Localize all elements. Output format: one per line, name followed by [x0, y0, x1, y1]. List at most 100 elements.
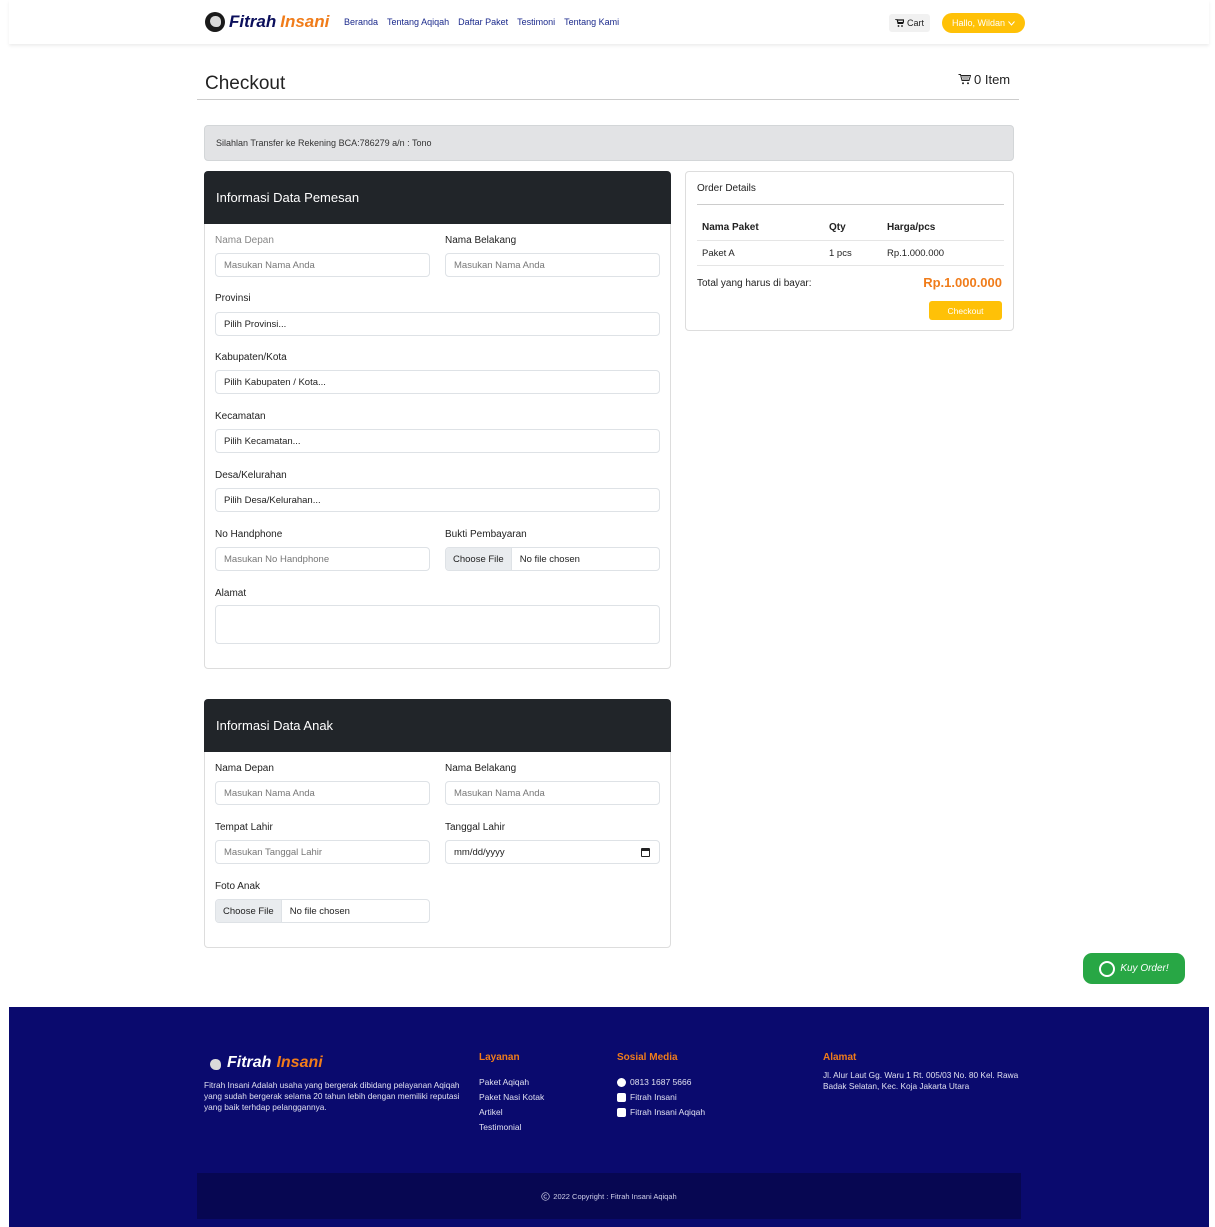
nav-links: Beranda Tentang Aqiqah Daftar Paket Test… — [344, 17, 619, 27]
foto-anak-file-input[interactable]: Choose File No file chosen — [215, 899, 430, 923]
anak-nama-belakang-input[interactable]: Masukan Nama Anda — [445, 781, 660, 805]
cart-icon — [895, 19, 904, 27]
instagram-icon — [617, 1107, 626, 1117]
tanggal-lahir-value: mm/dd/yyyy — [454, 846, 505, 858]
footer: Fitrah Insani Fitrah Insani Adalah usaha … — [9, 1007, 1209, 1227]
page-title: Checkout — [205, 73, 286, 94]
whatsapp-order-button[interactable]: Kuy Order! — [1083, 953, 1185, 984]
footer-facebook-link[interactable]: Fitrah Insani — [617, 1092, 677, 1102]
pemesan-card-title: Informasi Data Pemesan — [204, 171, 671, 224]
kecamatan-select[interactable]: Pilih Kecamatan... — [215, 429, 660, 453]
nav-link-testimoni[interactable]: Testimoni — [517, 17, 555, 27]
nav-link-daftar-paket[interactable]: Daftar Paket — [458, 17, 508, 27]
pemesan-nama-depan-label: Nama Depan — [215, 235, 274, 246]
anak-card: Informasi Data Anak Nama Depan Masukan N… — [204, 699, 671, 948]
kecamatan-label: Kecamatan — [215, 411, 266, 422]
footer-layanan-title: Layanan — [479, 1052, 520, 1063]
cart-label: Cart — [907, 18, 925, 28]
bukti-pembayaran-label: Bukti Pembayaran — [445, 529, 527, 540]
desa-label: Desa/Kelurahan — [215, 470, 287, 481]
user-menu-button[interactable]: Hallo, Wildan — [942, 13, 1025, 33]
footer-layanan-paket-nasi-kotak[interactable]: Paket Nasi Kotak — [479, 1092, 544, 1102]
transfer-info-alert: Silahlan Transfer ke Rekening BCA:786279… — [204, 125, 1014, 161]
footer-instagram-name: Fitrah Insani Aqiqah — [630, 1107, 706, 1117]
pemesan-nama-depan-input[interactable]: Masukan Nama Anda — [215, 253, 430, 277]
kabupaten-select[interactable]: Pilih Kabupaten / Kota... — [215, 370, 660, 394]
footer-sosmed-title: Sosial Media — [617, 1052, 678, 1063]
foto-anak-label: Foto Anak — [215, 881, 261, 892]
tanggal-lahir-label: Tanggal Lahir — [445, 822, 506, 833]
footer-layanan-artikel[interactable]: Artikel — [479, 1107, 503, 1117]
footer-facebook-name: Fitrah Insani — [630, 1092, 677, 1102]
whatsapp-icon — [1099, 960, 1116, 977]
anak-card-title: Informasi Data Anak — [204, 699, 671, 752]
pemesan-card: Informasi Data Pemesan Nama Depan Masuka… — [204, 171, 671, 669]
footer-layanan-testimonial[interactable]: Testimonial — [479, 1122, 522, 1132]
order-total-value: Rp.1.000.000 — [923, 275, 1002, 290]
order-header-nama-paket: Nama Paket — [702, 222, 759, 233]
order-details-divider — [697, 204, 1004, 205]
choose-file-button[interactable]: Choose File — [446, 548, 512, 570]
file-status: No file chosen — [289, 905, 350, 917]
goat-logo-icon — [205, 12, 225, 32]
user-greeting: Hallo, Wildan — [951, 18, 1006, 28]
handphone-label: No Handphone — [215, 529, 283, 540]
order-row-harga: Rp.1.000.000 — [887, 248, 945, 259]
anak-nama-depan-label: Nama Depan — [215, 763, 274, 774]
order-total-label: Total yang harus di bayar: — [697, 278, 812, 289]
provinsi-label: Provinsi — [215, 293, 251, 304]
footer-whatsapp-link[interactable]: 0813 1687 5666 — [617, 1077, 691, 1087]
order-details-title: Order Details — [697, 183, 756, 194]
brand-name-part1: Fitrah — [229, 12, 277, 31]
tempat-lahir-input[interactable]: Masukan Tanggal Lahir — [215, 840, 430, 864]
handphone-input[interactable]: Masukan No Handphone — [215, 547, 430, 571]
order-details-card: Order Details Nama Paket Qty Harga/pcs P… — [685, 171, 1014, 331]
footer-layanan-paket-aqiqah[interactable]: Paket Aqiqah — [479, 1077, 529, 1087]
calendar-icon[interactable] — [641, 848, 650, 857]
order-row-divider — [697, 265, 1004, 266]
copyright-bar: 2022 Copyright : Fitrah Insani Aqiqah — [197, 1173, 1021, 1219]
cart-outline-icon — [958, 74, 971, 85]
footer-brand: Fitrah Insani — [205, 1054, 323, 1072]
order-header-divider — [697, 240, 1004, 241]
footer-brand-part1: Fitrah — [227, 1054, 272, 1071]
kabupaten-label: Kabupaten/Kota — [215, 352, 287, 363]
cart-button[interactable]: Cart — [889, 14, 931, 32]
footer-alamat-title: Alamat — [823, 1052, 857, 1063]
nav-link-tentang-aqiqah[interactable]: Tentang Aqiqah — [387, 17, 449, 27]
order-header-qty: Qty — [829, 222, 846, 233]
nav-link-tentang-kami[interactable]: Tentang Kami — [564, 17, 619, 27]
order-row-qty: 1 pcs — [829, 248, 852, 259]
tempat-lahir-label: Tempat Lahir — [215, 822, 273, 833]
nav-link-beranda[interactable]: Beranda — [344, 17, 378, 27]
pemesan-nama-belakang-input[interactable]: Masukan Nama Anda — [445, 253, 660, 277]
file-status: No file chosen — [519, 553, 580, 565]
header-divider — [197, 99, 1019, 100]
pemesan-nama-belakang-label: Nama Belakang — [445, 235, 517, 246]
checkout-button[interactable]: Checkout — [929, 301, 1002, 320]
goat-logo-icon — [205, 1054, 222, 1072]
copyright-icon — [541, 1191, 550, 1201]
brand-name-part2: Insani — [280, 12, 330, 31]
chevron-down-icon — [1008, 20, 1015, 26]
brand-logo-link[interactable]: Fitrah Insani — [205, 12, 329, 32]
anak-nama-belakang-label: Nama Belakang — [445, 763, 517, 774]
footer-instagram-link[interactable]: Fitrah Insani Aqiqah — [617, 1107, 705, 1117]
footer-whatsapp-number: 0813 1687 5666 — [630, 1077, 692, 1087]
tanggal-lahir-input[interactable]: mm/dd/yyyy — [445, 840, 660, 864]
item-count-text: 0 Item — [974, 72, 1011, 87]
choose-file-button[interactable]: Choose File — [216, 900, 282, 922]
desa-select[interactable]: Pilih Desa/Kelurahan... — [215, 488, 660, 512]
copyright-text: 2022 Copyright : Fitrah Insani Aqiqah — [553, 1191, 677, 1201]
bukti-pembayaran-file-input[interactable]: Choose File No file chosen — [445, 547, 660, 571]
anak-nama-depan-input[interactable]: Masukan Nama Anda — [215, 781, 430, 805]
footer-alamat-text: Jl. Alur Laut Gg. Waru 1 Rt. 005/03 No. … — [823, 1070, 1019, 1091]
order-row-paket: Paket A — [702, 248, 735, 259]
order-header-harga: Harga/pcs — [887, 222, 936, 233]
provinsi-select[interactable]: Pilih Provinsi... — [215, 312, 660, 336]
whatsapp-label: Kuy Order! — [1120, 963, 1169, 974]
footer-about-text: Fitrah Insani Adalah usaha yang bergerak… — [204, 1080, 460, 1112]
cart-item-count: 0 Item — [958, 72, 1010, 87]
alamat-textarea[interactable] — [215, 605, 660, 644]
alamat-label: Alamat — [215, 588, 247, 599]
